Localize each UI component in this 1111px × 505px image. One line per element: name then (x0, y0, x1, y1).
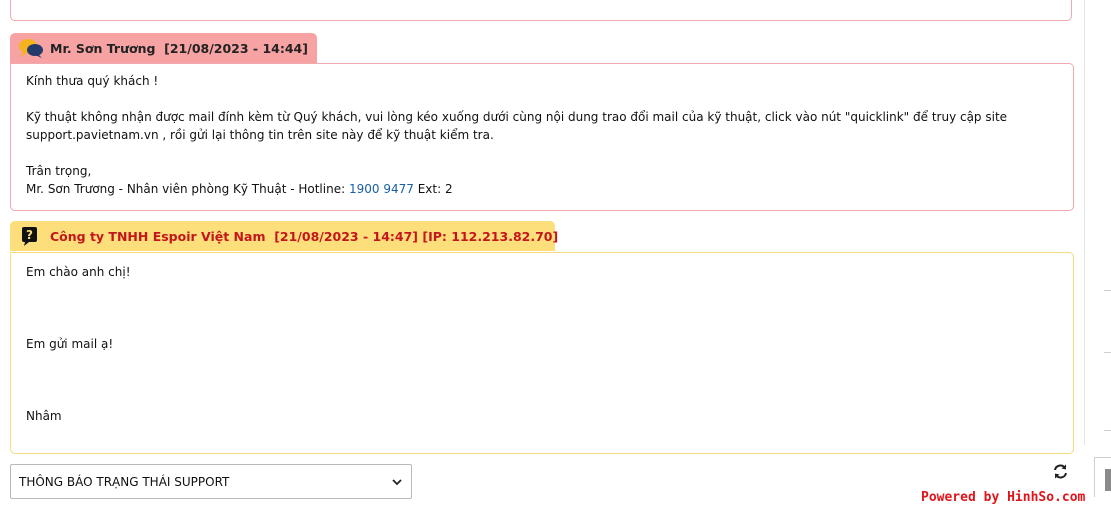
scroll-tick (1104, 430, 1111, 431)
staff-line-1: Kỹ thuật không nhận được mail đính kèm t… (26, 110, 1008, 124)
scrollbar-thumb[interactable] (1105, 469, 1111, 491)
staff-line-2: support.pavietnam.vn , rồi gửi lại thông… (26, 128, 494, 142)
customer-ip: [IP: 112.213.82.70] (422, 228, 559, 244)
previous-message-box (10, 0, 1072, 21)
question-icon: ? (22, 227, 37, 246)
staff-message-header: Mr. Sơn Trương [21/08/2023 - 14:44] (10, 33, 317, 63)
customer-line-3: Nhâm (26, 409, 62, 423)
customer-author: Công ty TNHH Espoir Việt Nam (50, 228, 266, 244)
customer-line-2: Em gửi mail ạ! (26, 337, 114, 351)
refresh-icon[interactable] (1052, 463, 1069, 480)
hotline-extension: Ext: 2 (417, 182, 453, 196)
powered-by-text[interactable]: Powered by HinhSo.com (921, 490, 1085, 505)
svg-text:?: ? (26, 228, 33, 242)
staff-author: Mr. Sơn Trương (50, 40, 156, 56)
scroll-tick (1104, 290, 1111, 291)
support-status-select[interactable]: THÔNG BÁO TRẠNG THÁI SUPPORT (10, 464, 412, 499)
side-panel-scroll-track[interactable] (1084, 0, 1111, 445)
chevron-down-icon (392, 478, 402, 485)
hotline-link[interactable]: 1900 9477 (349, 182, 414, 196)
staff-time: [21/08/2023 - 14:44] (164, 40, 308, 56)
customer-message-header: ? Công ty TNHH Espoir Việt Nam [21/08/20… (10, 221, 559, 251)
chat-bubbles-icon (19, 39, 43, 58)
support-status-selected: THÔNG BÁO TRẠNG THÁI SUPPORT (19, 474, 230, 489)
staff-message-body: Kính thưa quý khách ! Kỹ thuật không nhậ… (10, 63, 1074, 211)
staff-signature: Mr. Sơn Trương - Nhân viên phòng Kỹ Thuậ… (26, 180, 1058, 198)
staff-closing: Trân trọng, (26, 164, 92, 178)
customer-line-1: Em chào anh chị! (26, 265, 131, 279)
customer-time: [21/08/2023 - 14:47] (274, 228, 419, 244)
customer-message-body: Em chào anh chị! Em gửi mail ạ! Nhâm (10, 252, 1074, 454)
scroll-tick (1104, 352, 1111, 353)
signature-prefix: Mr. Sơn Trương - Nhân viên phòng Kỹ Thuậ… (26, 182, 346, 196)
staff-greeting: Kính thưa quý khách ! (26, 74, 159, 88)
